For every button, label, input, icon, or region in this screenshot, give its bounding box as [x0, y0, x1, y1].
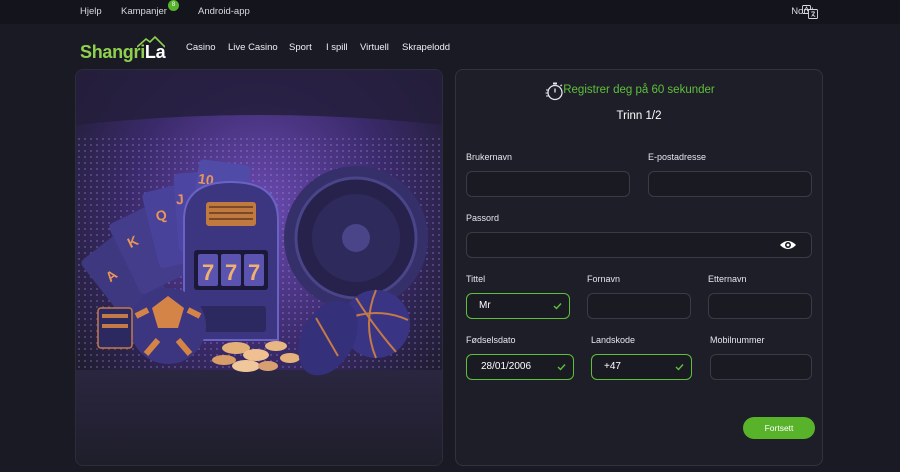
soccer-ball — [130, 288, 206, 364]
lastname-input[interactable] — [708, 293, 812, 319]
title-value: Mr — [479, 300, 491, 311]
casino-hero-illustration: A K Q J 10 7 7 7 — [75, 69, 443, 466]
username-input[interactable] — [466, 171, 630, 197]
check-icon — [553, 303, 562, 310]
nav-item-scratchcards[interactable]: Skrapelodd — [402, 42, 450, 53]
translate-icon[interactable] — [802, 5, 818, 19]
form-headline: Registrer deg på 60 sekunder — [563, 84, 715, 96]
title-label: Tittel — [466, 274, 486, 284]
username-label: Brukernavn — [466, 152, 513, 162]
dob-input[interactable]: 28/01/2006 — [466, 354, 574, 380]
country-code-select[interactable]: +47 — [591, 354, 692, 380]
email-input[interactable] — [648, 171, 812, 197]
eye-icon[interactable] — [779, 239, 797, 251]
check-icon — [557, 364, 566, 371]
dob-label: Fødselsdato — [466, 335, 516, 345]
android-app-link[interactable]: Android-app — [198, 6, 250, 17]
slot-reel-1: 7 — [202, 260, 214, 285]
dob-value: 28/01/2006 — [481, 361, 532, 372]
registration-form: Registrer deg på 60 sekunder Trinn 1/2 B… — [455, 69, 823, 466]
country-code-value: +47 — [604, 361, 621, 372]
nav-item-live-casino[interactable]: Live Casino — [228, 42, 278, 53]
card-rank-jack: J — [175, 191, 184, 208]
dice-cup — [97, 307, 133, 349]
logo-text-shangri: Shangri — [80, 42, 145, 62]
nav-item-casino[interactable]: Casino — [186, 42, 216, 53]
continue-button[interactable]: Fortsett — [743, 417, 815, 439]
campaigns-count-badge: 8 — [168, 0, 179, 11]
password-input[interactable] — [466, 232, 812, 258]
firstname-label: Fornavn — [587, 274, 621, 284]
password-label: Passord — [466, 213, 500, 223]
logo-text-la: La — [144, 42, 166, 62]
campaigns-link[interactable]: Kampanjer — [121, 6, 167, 17]
country-code-label: Landskode — [591, 335, 636, 345]
firstname-input[interactable] — [587, 293, 691, 319]
slot-reel-3: 7 — [248, 260, 260, 285]
nav-item-virtual[interactable]: Virtuell — [360, 42, 389, 53]
email-label: E-postadresse — [648, 152, 707, 162]
top-utility-bar: Hjelp Kampanjer 8 Android-app Norsk — [0, 0, 900, 24]
help-link[interactable]: Hjelp — [80, 6, 102, 17]
step-indicator: Trinn 1/2 — [616, 110, 662, 122]
shangrila-logo[interactable]: ShangriLa — [80, 36, 172, 66]
title-select[interactable]: Mr — [466, 293, 570, 319]
slot-reel-2: 7 — [225, 260, 237, 285]
lastname-label: Etternavn — [708, 274, 747, 284]
roulette-wheel — [284, 166, 428, 310]
check-icon — [675, 364, 684, 371]
mobile-label: Mobilnummer — [710, 335, 765, 345]
casino-artwork: A K Q J 10 7 7 7 — [76, 70, 442, 465]
nav-item-sport[interactable]: Sport — [289, 42, 312, 53]
mobile-input[interactable] — [710, 354, 812, 380]
nav-item-in-play[interactable]: I spill — [326, 42, 348, 53]
